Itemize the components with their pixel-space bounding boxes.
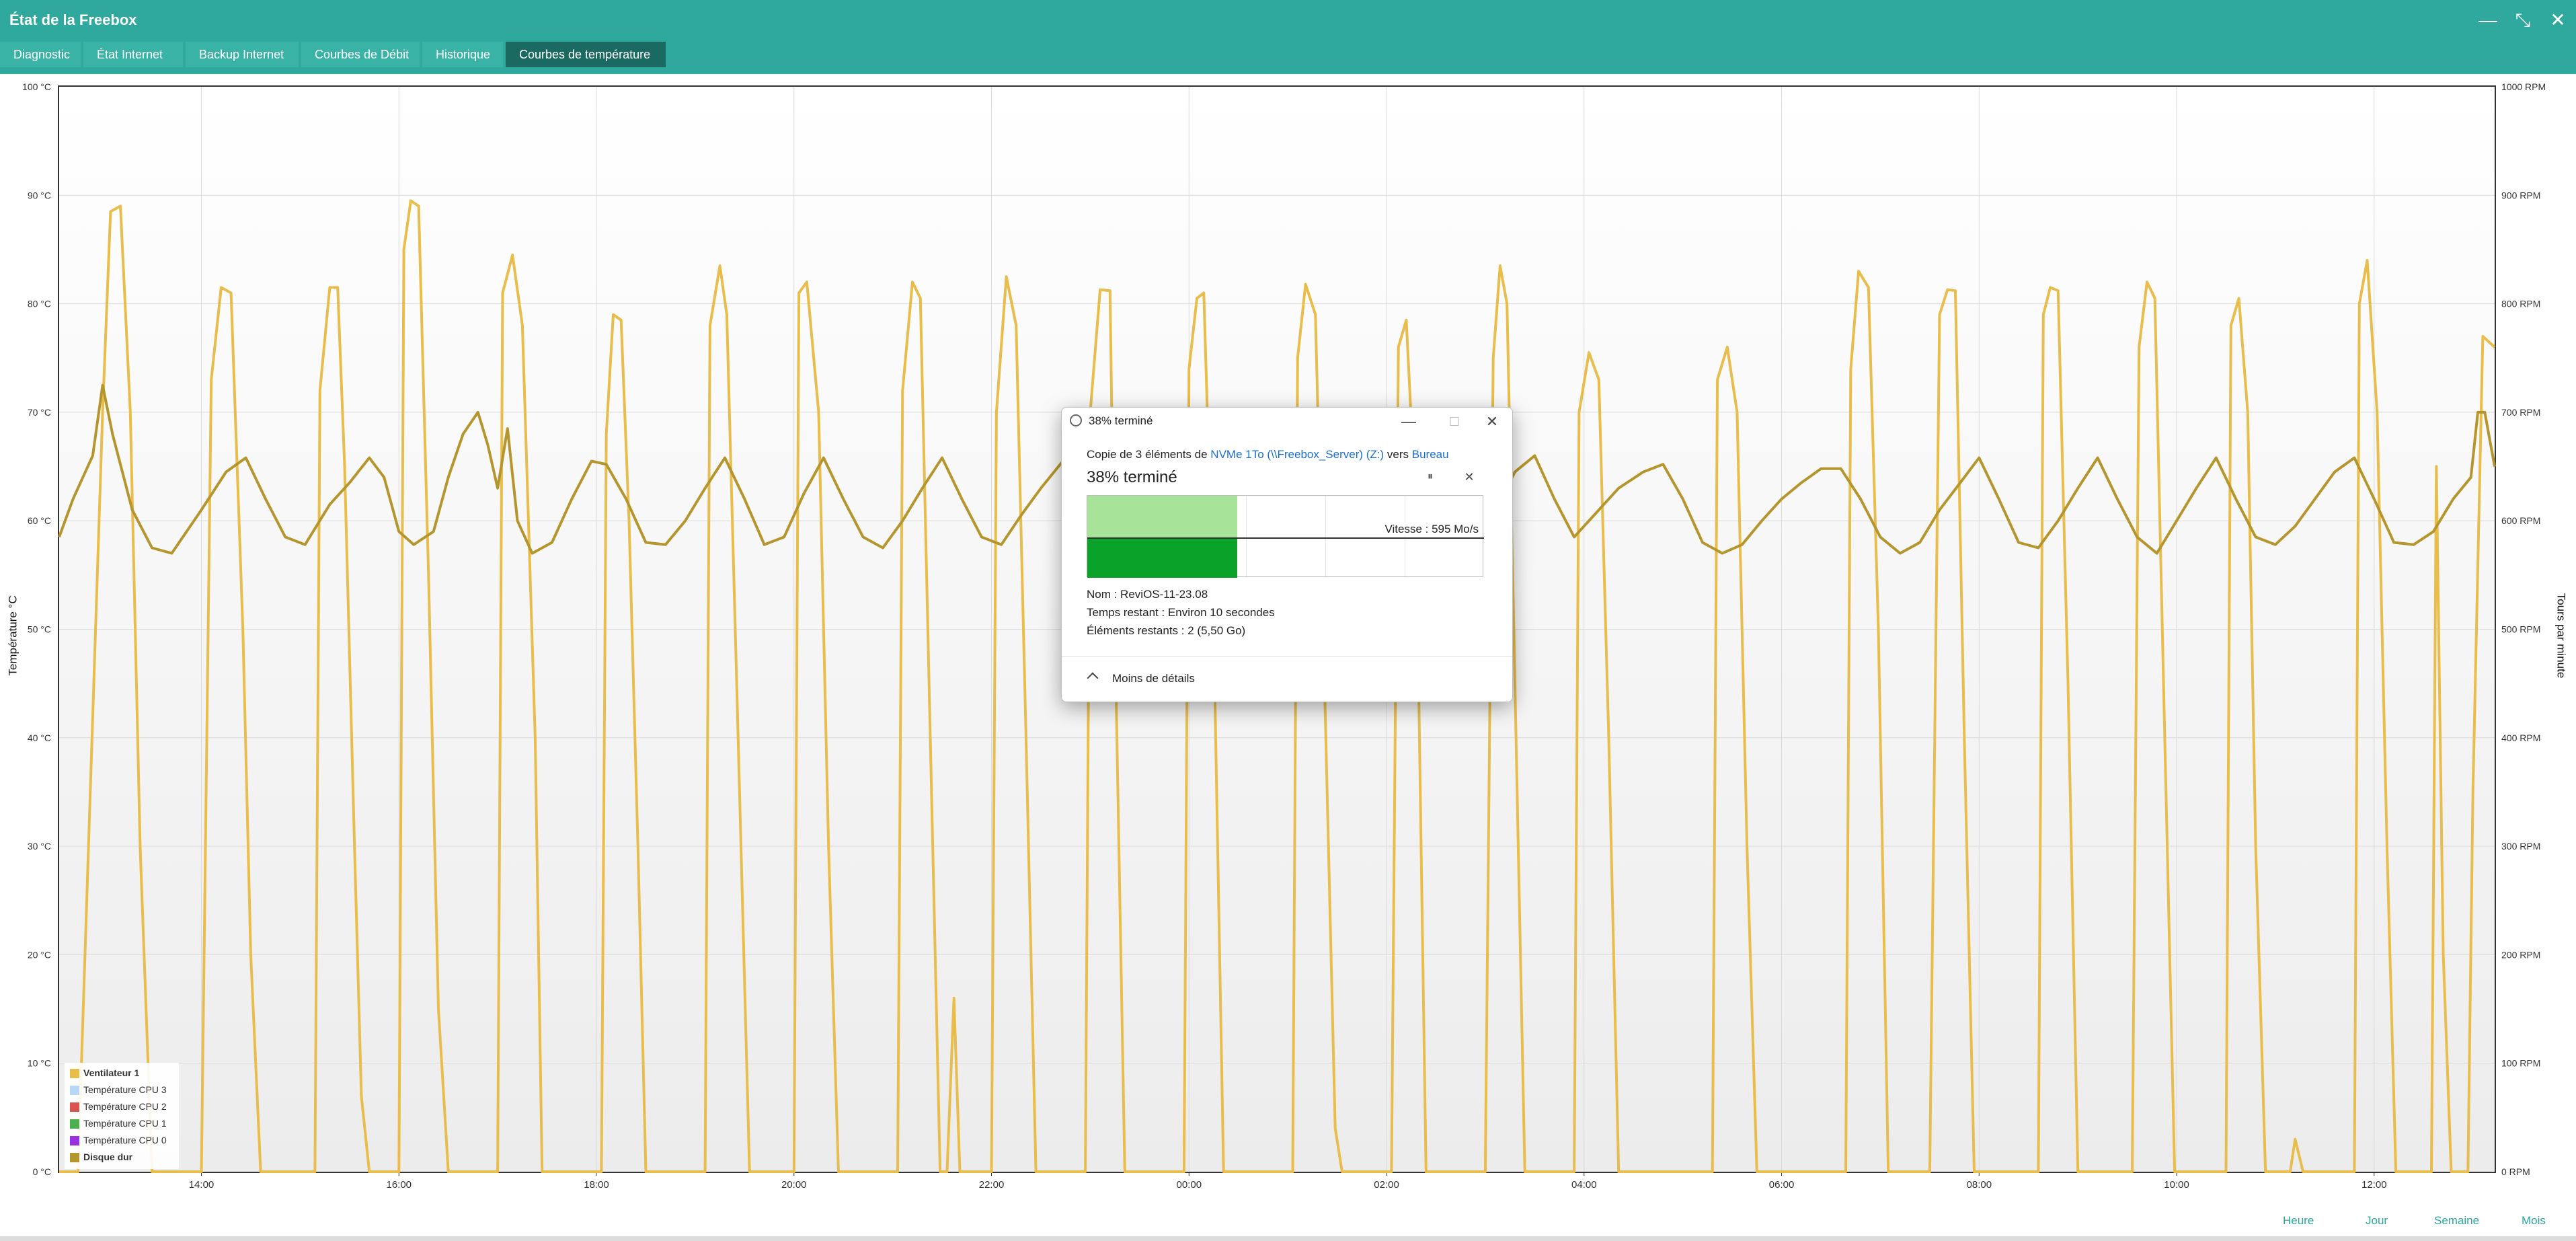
x-tick-label: 06:00	[1769, 1179, 1795, 1191]
copy-progress-dialog: 38% terminé — ☐ ✕ Copie de 3 éléments de…	[1061, 407, 1513, 702]
legend-swatch	[70, 1102, 79, 1113]
dialog-maximize-button: ☐	[1448, 415, 1460, 428]
legend-item[interactable]: Température CPU 2	[70, 1099, 167, 1114]
destination-link[interactable]: Bureau	[1412, 448, 1449, 461]
left-tick-label: 20 °C	[28, 949, 51, 960]
cancel-copy-button[interactable]: ✕	[1454, 465, 1484, 488]
x-tick-label: 18:00	[584, 1179, 609, 1191]
left-tick-label: 90 °C	[28, 190, 51, 200]
x-tick-label: 00:00	[1177, 1179, 1202, 1191]
legend-label: Température CPU 0	[83, 1135, 167, 1145]
legend-item[interactable]: Température CPU 1	[70, 1116, 167, 1131]
legend-label: Ventilateur 1	[83, 1067, 140, 1078]
x-tick-label: 12:00	[2362, 1179, 2387, 1191]
left-tick-label: 0 °C	[33, 1166, 51, 1177]
pause-button[interactable]: ⏸	[1415, 465, 1445, 488]
speed-graph: Vitesse : 595 Mo/s	[1087, 495, 1484, 578]
x-tick-label: 08:00	[1967, 1179, 1992, 1191]
speed-label: Vitesse : 595 Mo/s	[1384, 523, 1479, 536]
range-week-link[interactable]: Semaine	[2434, 1214, 2479, 1228]
bottom-scrollbar[interactable]	[0, 1236, 2576, 1241]
legend-swatch	[70, 1069, 79, 1079]
left-tick-label: 80 °C	[28, 299, 51, 309]
legend-item[interactable]: Disque dur	[70, 1150, 132, 1164]
range-day-link[interactable]: Jour	[2366, 1214, 2388, 1228]
copy-mid: vers	[1384, 448, 1412, 461]
x-tick-label: 04:00	[1571, 1179, 1597, 1191]
speed-line	[1087, 537, 1484, 539]
left-tick-label: 30 °C	[28, 841, 51, 852]
legend-item[interactable]: Température CPU 0	[70, 1133, 167, 1148]
left-tick-label: 70 °C	[28, 407, 51, 418]
right-tick-label: 700 RPM	[2501, 407, 2540, 418]
clock-icon	[1070, 414, 1082, 426]
legend-item[interactable]: Température CPU 3	[70, 1082, 167, 1097]
legend-label: Température CPU 3	[83, 1084, 167, 1095]
right-tick-label: 0 RPM	[2501, 1166, 2530, 1177]
x-tick-label: 22:00	[979, 1179, 1005, 1191]
range-month-link[interactable]: Mois	[2522, 1214, 2546, 1228]
legend-swatch	[70, 1119, 79, 1129]
dialog-title: 38% terminé	[1089, 414, 1153, 427]
source-link[interactable]: NVMe 1To (\\Freebox_Server) (Z:)	[1210, 448, 1384, 461]
legend-label: Disque dur	[83, 1152, 133, 1162]
dialog-close-button[interactable]: ✕	[1477, 410, 1507, 433]
right-tick-label: 1000 RPM	[2501, 81, 2546, 92]
copy-prefix: Copie de 3 éléments de	[1087, 448, 1211, 461]
legend-label: Température CPU 1	[83, 1118, 167, 1129]
right-tick-label: 500 RPM	[2501, 624, 2540, 635]
progress-label: 38% terminé	[1087, 468, 1177, 486]
right-tick-label: 900 RPM	[2501, 190, 2540, 200]
range-hour-link[interactable]: Heure	[2283, 1214, 2314, 1228]
left-tick-label: 60 °C	[28, 515, 51, 526]
less-details-button[interactable]: Moins de détails	[1112, 672, 1195, 685]
x-tick-label: 20:00	[781, 1179, 807, 1191]
chart-legend: Ventilateur 1 Température CPU 3 Températur…	[65, 1063, 179, 1169]
legend-swatch	[70, 1086, 79, 1096]
left-tick-label: 10 °C	[28, 1058, 51, 1069]
right-tick-label: 200 RPM	[2501, 949, 2540, 960]
chevron-up-icon[interactable]	[1087, 672, 1099, 684]
left-axis-title: Température °C	[6, 595, 19, 676]
right-tick-label: 800 RPM	[2501, 299, 2540, 309]
x-tick-label: 14:00	[189, 1179, 214, 1191]
x-tick-label: 02:00	[1374, 1179, 1399, 1191]
items-remaining: Éléments restants : 2 (5,50 Go)	[1087, 624, 1246, 637]
legend-swatch	[70, 1136, 79, 1146]
x-tick-label: 16:00	[386, 1179, 412, 1191]
right-tick-label: 600 RPM	[2501, 515, 2540, 526]
right-tick-label: 400 RPM	[2501, 732, 2540, 743]
dialog-minimize-button[interactable]: —	[1394, 410, 1423, 433]
legend-item[interactable]: Ventilateur 1	[70, 1065, 139, 1080]
copy-description: Copie de 3 éléments de NVMe 1To (\\Freeb…	[1087, 448, 1449, 461]
left-tick-label: 50 °C	[28, 624, 51, 635]
left-tick-label: 100 °C	[22, 81, 51, 92]
left-tick-label: 40 °C	[28, 732, 51, 743]
legend-swatch	[70, 1153, 79, 1163]
x-tick-label: 10:00	[2164, 1179, 2189, 1191]
right-tick-label: 300 RPM	[2501, 841, 2540, 852]
right-tick-label: 100 RPM	[2501, 1058, 2540, 1069]
right-axis-title: Tours par minute	[2554, 593, 2568, 679]
legend-label: Température CPU 2	[83, 1101, 167, 1112]
progress-fill	[1087, 496, 1238, 578]
time-remaining: Temps restant : Environ 10 secondes	[1087, 606, 1275, 619]
file-name: Nom : ReviOS-11-23.08	[1087, 588, 1208, 601]
